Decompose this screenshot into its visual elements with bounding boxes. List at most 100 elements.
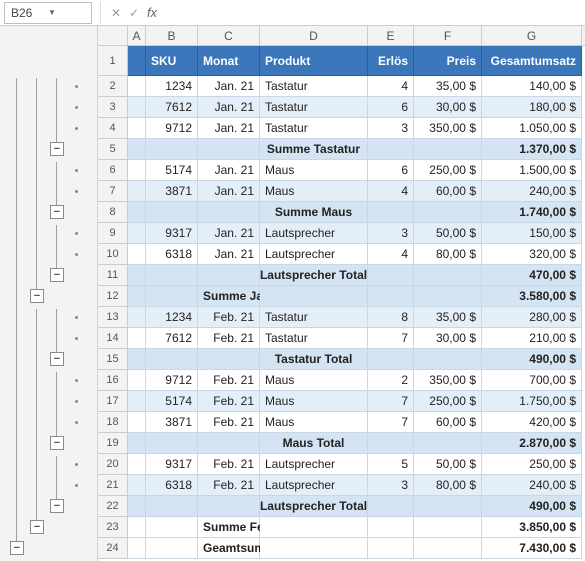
subtotal-value[interactable]: 490,00 $: [482, 349, 582, 370]
cell[interactable]: [414, 538, 482, 559]
cell-erloes[interactable]: 7: [368, 412, 414, 433]
row-header[interactable]: 16: [98, 370, 128, 391]
row-header[interactable]: 6: [98, 160, 128, 181]
outline-collapse-button[interactable]: −: [50, 205, 64, 219]
cell-sku[interactable]: 3871: [146, 181, 198, 202]
cell[interactable]: [128, 391, 146, 412]
cell[interactable]: [414, 139, 482, 160]
row-header[interactable]: 24: [98, 538, 128, 559]
cell-gesamt[interactable]: 250,00 $: [482, 454, 582, 475]
cell[interactable]: [146, 139, 198, 160]
subtotal-label[interactable]: Summe Tastatur: [260, 139, 368, 160]
cell-produkt[interactable]: Tastatur: [260, 307, 368, 328]
cell[interactable]: [198, 496, 260, 517]
cell-preis[interactable]: 35,00 $: [414, 307, 482, 328]
cell-sku[interactable]: 9317: [146, 454, 198, 475]
cell[interactable]: [368, 349, 414, 370]
cell-produkt[interactable]: Maus: [260, 391, 368, 412]
subtotal-label[interactable]: Lautsprecher Total: [260, 496, 368, 517]
cell[interactable]: [146, 433, 198, 454]
cell[interactable]: [128, 433, 146, 454]
cell[interactable]: [128, 46, 146, 76]
col-header-e[interactable]: E: [368, 26, 414, 45]
row-header[interactable]: 14: [98, 328, 128, 349]
cell[interactable]: [414, 349, 482, 370]
cell-sku[interactable]: 5174: [146, 160, 198, 181]
row-header[interactable]: 23: [98, 517, 128, 538]
cell[interactable]: [128, 370, 146, 391]
cell[interactable]: [128, 517, 146, 538]
cell-monat[interactable]: Feb. 21: [198, 454, 260, 475]
cell-gesamt[interactable]: 210,00 $: [482, 328, 582, 349]
row-header[interactable]: 5: [98, 139, 128, 160]
grid[interactable]: A B C D E F G 1SKUMonatProduktErlösPreis…: [98, 26, 585, 561]
cell[interactable]: [260, 286, 368, 307]
row-header[interactable]: 9: [98, 223, 128, 244]
cell[interactable]: [198, 265, 260, 286]
cell[interactable]: [128, 181, 146, 202]
cell-erloes[interactable]: 7: [368, 328, 414, 349]
row-header[interactable]: 13: [98, 307, 128, 328]
cell[interactable]: [128, 118, 146, 139]
cell[interactable]: [368, 517, 414, 538]
cell[interactable]: [128, 454, 146, 475]
cell-sku[interactable]: 3871: [146, 412, 198, 433]
subtotal-value[interactable]: 2.870,00 $: [482, 433, 582, 454]
cell-gesamt[interactable]: 240,00 $: [482, 181, 582, 202]
col-header-a[interactable]: A: [128, 26, 146, 45]
cell[interactable]: [128, 475, 146, 496]
cell-sku[interactable]: 1234: [146, 307, 198, 328]
row-header[interactable]: 17: [98, 391, 128, 412]
cell-produkt[interactable]: Lautsprecher: [260, 223, 368, 244]
row-header[interactable]: 8: [98, 202, 128, 223]
cell-monat[interactable]: Feb. 21: [198, 475, 260, 496]
cell-gesamt[interactable]: 280,00 $: [482, 307, 582, 328]
row-header[interactable]: 12: [98, 286, 128, 307]
cell-erloes[interactable]: 3: [368, 118, 414, 139]
cell[interactable]: [128, 286, 146, 307]
row-header[interactable]: 4: [98, 118, 128, 139]
chevron-down-icon[interactable]: ▼: [48, 8, 85, 17]
cell-monat[interactable]: Jan. 21: [198, 118, 260, 139]
cell[interactable]: [414, 496, 482, 517]
cell-preis[interactable]: 250,00 $: [414, 160, 482, 181]
cell[interactable]: [128, 76, 146, 97]
cell-produkt[interactable]: Tastatur: [260, 76, 368, 97]
cell-gesamt[interactable]: 1.750,00 $: [482, 391, 582, 412]
cell-produkt[interactable]: Maus: [260, 370, 368, 391]
cell[interactable]: [128, 202, 146, 223]
cell-gesamt[interactable]: 150,00 $: [482, 223, 582, 244]
cell-erloes[interactable]: 3: [368, 223, 414, 244]
name-box[interactable]: B26 ▼: [4, 2, 92, 24]
cell[interactable]: [146, 538, 198, 559]
subtotal-label[interactable]: Lautsprecher Total: [260, 265, 368, 286]
outline-collapse-button[interactable]: −: [30, 520, 44, 534]
cell-produkt[interactable]: Maus: [260, 181, 368, 202]
cell-gesamt[interactable]: 140,00 $: [482, 76, 582, 97]
cell-preis[interactable]: 30,00 $: [414, 97, 482, 118]
cell[interactable]: [146, 202, 198, 223]
cell[interactable]: [414, 433, 482, 454]
subtotal-value[interactable]: 7.430,00 $: [482, 538, 582, 559]
cell[interactable]: [414, 265, 482, 286]
header-gesamt[interactable]: Gesamtumsatz: [482, 46, 582, 76]
cell[interactable]: [128, 538, 146, 559]
subtotal-label[interactable]: Summe Maus: [260, 202, 368, 223]
subtotal-label[interactable]: Geamtsumme: [198, 538, 260, 559]
row-header[interactable]: 11: [98, 265, 128, 286]
cell[interactable]: [128, 223, 146, 244]
cell[interactable]: [146, 517, 198, 538]
cell-produkt[interactable]: Tastatur: [260, 328, 368, 349]
cell-gesamt[interactable]: 240,00 $: [482, 475, 582, 496]
cell[interactable]: [260, 517, 368, 538]
outline-collapse-button[interactable]: −: [50, 352, 64, 366]
cell-monat[interactable]: Jan. 21: [198, 97, 260, 118]
cell-sku[interactable]: 9712: [146, 118, 198, 139]
cell-preis[interactable]: 60,00 $: [414, 412, 482, 433]
row-header[interactable]: 1: [98, 46, 128, 76]
cell[interactable]: [414, 202, 482, 223]
cell-preis[interactable]: 50,00 $: [414, 454, 482, 475]
cell[interactable]: [368, 139, 414, 160]
cell-produkt[interactable]: Maus: [260, 160, 368, 181]
cell[interactable]: [368, 286, 414, 307]
